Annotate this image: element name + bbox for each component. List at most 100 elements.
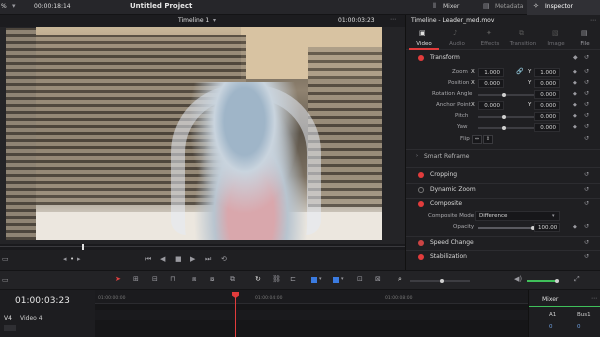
reset-icon[interactable]: ↺ bbox=[584, 112, 589, 119]
yaw-field[interactable]: 0.000 bbox=[534, 123, 560, 132]
reset-icon[interactable]: ↺ bbox=[584, 171, 589, 178]
keyframe-diamond-icon[interactable]: ◆ bbox=[573, 124, 577, 131]
tab-audio[interactable]: ♪ Audio bbox=[442, 27, 472, 50]
metadata-icon[interactable]: ▤ bbox=[483, 3, 490, 10]
zoom-search-icon[interactable]: ⌕ bbox=[398, 276, 402, 283]
replace-clip-icon[interactable]: ⧉ bbox=[230, 276, 235, 283]
speaker-icon[interactable]: ◀) bbox=[514, 276, 522, 283]
volume-slider-knob[interactable] bbox=[555, 279, 559, 283]
dropdown-icon[interactable]: ▾ bbox=[12, 3, 16, 10]
rotation-slider-knob[interactable] bbox=[502, 93, 506, 97]
reset-icon[interactable]: ↺ bbox=[584, 186, 589, 193]
keyframe-diamond-icon[interactable]: ◆ bbox=[573, 113, 577, 120]
transform-enable-toggle[interactable] bbox=[418, 55, 424, 61]
reset-icon[interactable]: ↺ bbox=[584, 123, 589, 130]
zoom-percent[interactable]: % bbox=[1, 3, 7, 10]
flag-icon[interactable] bbox=[311, 277, 317, 283]
pitch-slider[interactable] bbox=[478, 116, 534, 118]
video-4-track[interactable] bbox=[95, 310, 528, 320]
reset-icon[interactable]: ↺ bbox=[584, 239, 589, 246]
reset-icon[interactable]: ↺ bbox=[584, 101, 589, 108]
position-lock-icon[interactable]: ⊏ bbox=[290, 276, 296, 283]
play-icon[interactable]: ▶ bbox=[190, 256, 195, 263]
insert-clip-icon[interactable]: ⧈ bbox=[192, 276, 196, 283]
tab-effects[interactable]: ✦ Effects bbox=[475, 27, 505, 50]
keyframe-diamond-icon[interactable]: ◆ bbox=[573, 54, 578, 61]
position-x-field[interactable]: 0.000 bbox=[478, 79, 504, 88]
track-lock-button[interactable] bbox=[4, 325, 16, 331]
flip-vertical-button[interactable]: ⇕ bbox=[483, 135, 493, 144]
stabilization-header[interactable]: Stabilization ↺ bbox=[406, 251, 600, 263]
trim-tool-icon[interactable]: ⊞ bbox=[133, 276, 139, 283]
marker-icon[interactable] bbox=[333, 277, 339, 283]
timeline-timecode[interactable]: 01:00:03:23 bbox=[15, 296, 70, 306]
position-y-field[interactable]: 0.000 bbox=[534, 79, 560, 88]
expand-icon[interactable]: ⤢ bbox=[574, 276, 580, 283]
loop-icon[interactable]: ⟲ bbox=[221, 256, 227, 263]
zoom-slider-knob[interactable] bbox=[440, 279, 444, 283]
reset-icon[interactable]: ↺ bbox=[584, 90, 589, 97]
blade-tool-icon[interactable]: ⊓ bbox=[170, 276, 175, 283]
reset-icon[interactable]: ↺ bbox=[584, 200, 589, 207]
link-clips-icon[interactable]: ⛓ bbox=[272, 276, 281, 283]
zoom-y-field[interactable]: 1.000 bbox=[534, 68, 560, 77]
tab-image[interactable]: ▧ Image bbox=[542, 27, 570, 50]
zoom-detail-icon[interactable]: ⊡ bbox=[357, 276, 363, 283]
keyframe-diamond-icon[interactable]: ◆ bbox=[573, 91, 577, 98]
tab-video[interactable]: ▣ Video bbox=[409, 27, 439, 50]
smart-reframe-header[interactable]: › Smart Reframe bbox=[406, 151, 600, 162]
layout-icon[interactable]: ▭ bbox=[2, 256, 9, 263]
link-icon[interactable]: 🔗 bbox=[516, 68, 523, 75]
volume-slider[interactable] bbox=[527, 280, 557, 282]
timeline-options-icon[interactable]: ▭ bbox=[2, 277, 9, 284]
playhead-line[interactable] bbox=[235, 292, 236, 337]
mixer-icon[interactable]: ⫴ bbox=[433, 3, 436, 10]
stabilization-enable-toggle[interactable] bbox=[418, 254, 424, 260]
opacity-slider[interactable] bbox=[478, 227, 534, 229]
opacity-field[interactable]: 100.00 bbox=[534, 223, 560, 232]
composite-mode-select[interactable]: Difference ▾ bbox=[475, 211, 560, 221]
yaw-slider-knob[interactable] bbox=[502, 126, 506, 130]
tab-transition[interactable]: ⧉ Transition bbox=[506, 27, 540, 50]
reset-icon[interactable]: ↺ bbox=[584, 79, 589, 86]
reset-icon[interactable]: ↺ bbox=[584, 135, 589, 142]
dynamic-zoom-enable-toggle[interactable] bbox=[418, 187, 424, 193]
reset-icon[interactable]: ↺ bbox=[584, 68, 589, 75]
rotation-field[interactable]: 0.000 bbox=[534, 90, 560, 99]
jog-right-icon[interactable]: ▸ bbox=[77, 256, 81, 263]
reverse-icon[interactable]: ◀ bbox=[160, 256, 165, 263]
flip-horizontal-button[interactable]: ⇔ bbox=[472, 135, 482, 144]
tab-file[interactable]: ▤ File bbox=[571, 27, 599, 50]
dynamic-zoom-header[interactable]: Dynamic Zoom ↺ bbox=[406, 184, 600, 196]
jog-left-icon[interactable]: ◂ bbox=[63, 256, 67, 263]
stop-icon[interactable]: ■ bbox=[175, 256, 182, 263]
rotation-slider[interactable] bbox=[478, 94, 534, 96]
selection-tool-icon[interactable]: ➤ bbox=[115, 276, 121, 283]
keyframe-diamond-icon[interactable]: ◆ bbox=[573, 69, 577, 76]
track-name[interactable]: Video 4 bbox=[20, 315, 43, 322]
keyframe-diamond-icon[interactable]: ◆ bbox=[573, 224, 577, 231]
inspector-button[interactable]: ✧ Inspector bbox=[527, 0, 600, 15]
pitch-field[interactable]: 0.000 bbox=[534, 112, 560, 121]
zoom-x-field[interactable]: 1.000 bbox=[478, 68, 504, 77]
reset-icon[interactable]: ↺ bbox=[584, 54, 589, 61]
options-icon[interactable]: ⋯ bbox=[590, 17, 596, 24]
options-icon[interactable]: ⋯ bbox=[390, 16, 396, 23]
chevron-down-icon[interactable]: ▾ bbox=[341, 276, 344, 283]
timeline-tracks[interactable]: 01:00:00:00 01:00:04:00 01:00:08:00 bbox=[95, 290, 528, 337]
timeline-name[interactable]: Timeline 1 bbox=[178, 17, 209, 24]
reset-icon[interactable]: ↺ bbox=[584, 253, 589, 260]
cropping-enable-toggle[interactable] bbox=[418, 172, 424, 178]
composite-enable-toggle[interactable] bbox=[418, 201, 424, 207]
options-icon[interactable]: ⋯ bbox=[591, 295, 597, 302]
metadata-button[interactable]: Metadata bbox=[495, 3, 523, 10]
dynamic-trim-icon[interactable]: ⊟ bbox=[152, 276, 158, 283]
skip-end-icon[interactable]: ⏭ bbox=[205, 256, 211, 263]
transform-header[interactable]: Transform ◆ ↺ bbox=[406, 52, 600, 63]
keyframe-diamond-icon[interactable]: ◆ bbox=[573, 80, 577, 87]
yaw-slider[interactable] bbox=[478, 127, 534, 129]
composite-header[interactable]: Composite ↺ bbox=[406, 198, 600, 210]
snapping-icon[interactable]: ↻ bbox=[255, 276, 261, 283]
cropping-header[interactable]: Cropping ↺ bbox=[406, 169, 600, 181]
chevron-down-icon[interactable]: ▾ bbox=[319, 276, 322, 283]
